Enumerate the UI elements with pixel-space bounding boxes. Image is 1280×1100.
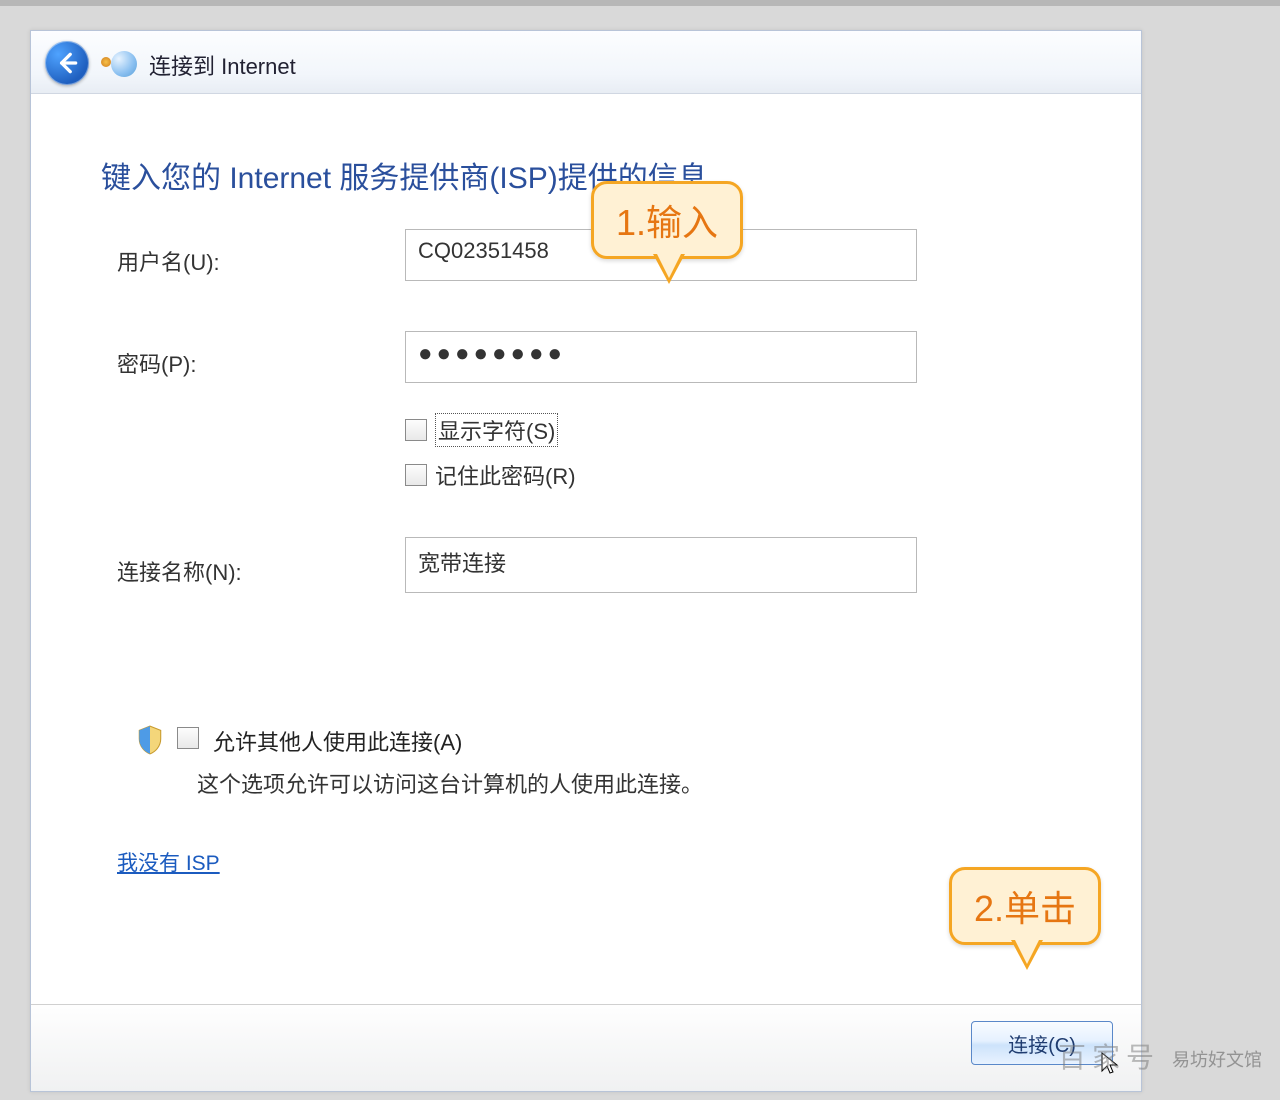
wizard-window: 连接到 Internet 键入您的 Internet 服务提供商(ISP)提供的… [30, 30, 1142, 1092]
checkbox-remember-password[interactable]: 记住此密码(R) [405, 459, 576, 491]
allow-others-label: 允许其他人使用此连接(A) [213, 725, 462, 757]
watermark-left: 百家号 [1058, 1036, 1160, 1076]
allow-others-description: 这个选项允许可以访问这台计算机的人使用此连接。 [197, 767, 703, 799]
username-label: 用户名(U): [117, 245, 220, 277]
no-isp-link[interactable]: 我没有 ISP [117, 847, 220, 877]
password-value: ●●●●●●●● [418, 340, 566, 367]
back-button[interactable] [45, 41, 89, 85]
checkbox-box [405, 419, 427, 441]
password-input[interactable]: ●●●●●●●● [405, 331, 917, 383]
remember-password-label: 记住此密码(R) [435, 459, 576, 491]
window-title: 连接到 Internet [149, 49, 296, 81]
annotation-step2-text: 2.单击 [974, 888, 1076, 929]
connection-name-label: 连接名称(N): [117, 555, 242, 587]
connection-name-value: 宽带连接 [418, 551, 506, 576]
wizard-bottom-bar: 连接(C) [31, 1004, 1141, 1091]
annotation-step1-text: 1.输入 [616, 202, 718, 243]
username-value: CQ02351458 [418, 238, 549, 263]
show-characters-label: 显示字符(S) [435, 413, 558, 447]
window-titlebar: 连接到 Internet [31, 31, 1141, 94]
password-label: 密码(P): [117, 347, 196, 379]
shield-icon [137, 725, 163, 755]
checkbox-show-characters[interactable]: 显示字符(S) [405, 413, 558, 447]
page-topbar [0, 0, 1280, 6]
checkbox-allow-others[interactable] [177, 727, 199, 749]
annotation-step1: 1.输入 [591, 181, 743, 259]
annotation-step2: 2.单击 [949, 867, 1101, 945]
allow-others-row: 允许其他人使用此连接(A) [137, 725, 462, 757]
watermark-right: 易坊好文馆 [1172, 1046, 1262, 1072]
arrow-left-icon [54, 50, 80, 76]
checkbox-box [405, 464, 427, 486]
network-globe-icon [111, 51, 137, 77]
connection-name-input[interactable]: 宽带连接 [405, 537, 917, 593]
